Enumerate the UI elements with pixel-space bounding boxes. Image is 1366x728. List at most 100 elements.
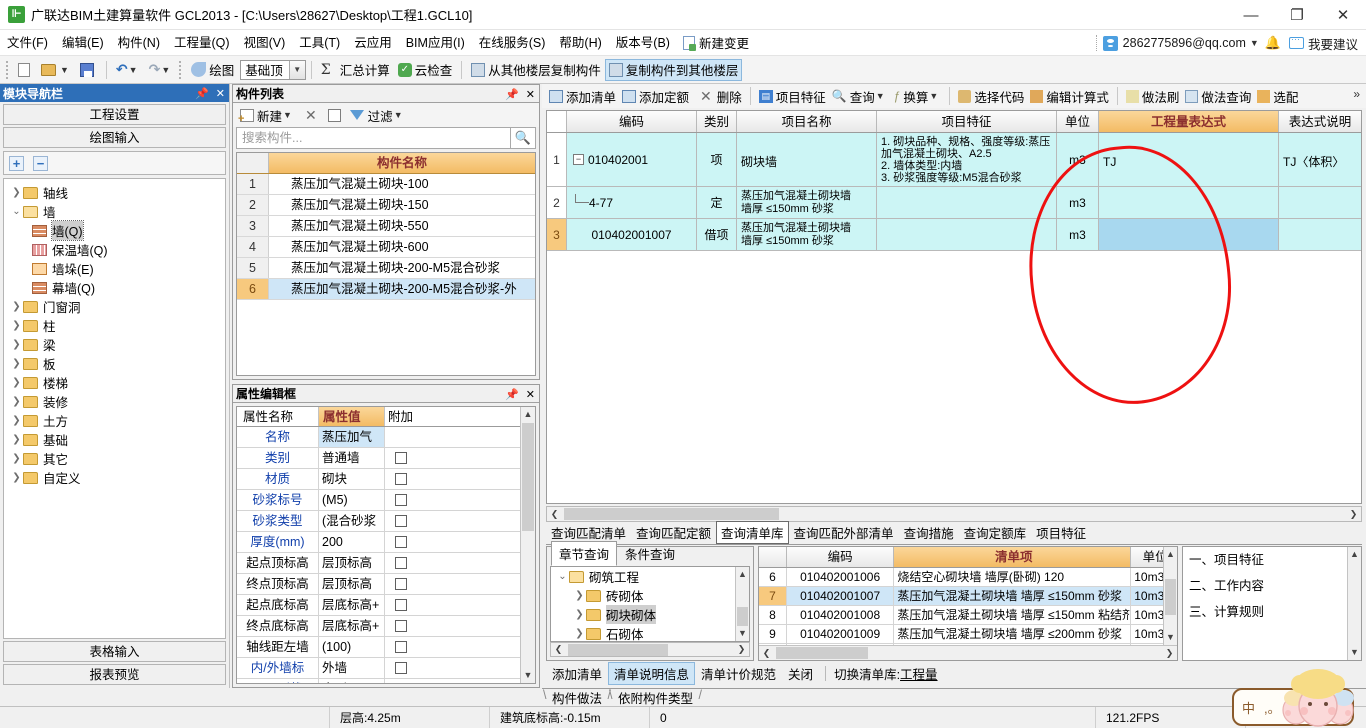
scroll-right-icon[interactable]: ❯ [734, 644, 749, 655]
property-value[interactable]: 层顶标高 [319, 574, 385, 594]
scroll-left-icon[interactable]: ❮ [551, 644, 566, 655]
search-button[interactable]: 🔍 [510, 127, 536, 149]
scroll-down-icon[interactable]: ▼ [521, 668, 535, 683]
tree-item-stair[interactable]: ❯ 楼梯 [4, 373, 225, 392]
list-item[interactable]: 5 蒸压加气混凝土砌块-200-M5混合砂浆 [237, 258, 535, 279]
tree-item-wall[interactable]: 墙(Q) [4, 220, 225, 241]
table-row[interactable]: 2 4-77 定 蒸压加气混凝土砌块墙 墙厚 ≤150mm 砂浆 m3 [547, 187, 1361, 219]
table-row[interactable]: 终点底标高 层底标高+ [237, 616, 535, 637]
tab-query-quota-library[interactable]: 查询定额库 [959, 521, 1032, 544]
scrollbar-thumb[interactable] [522, 423, 534, 531]
table-row[interactable]: 名称 蒸压加气 [237, 427, 535, 448]
tree-item-beam[interactable]: ❯ 梁 [4, 335, 225, 354]
maximize-button[interactable]: ❐ [1274, 0, 1320, 30]
close-query-button[interactable]: 关闭 [782, 662, 819, 685]
menu-cloud[interactable]: 云应用 [347, 30, 399, 56]
checkbox[interactable] [395, 536, 407, 548]
tree-item-decoration[interactable]: ❯ 装修 [4, 392, 225, 411]
row-quantity-expression[interactable] [1099, 187, 1279, 218]
new-file-button[interactable] [14, 59, 37, 81]
tab-query-measures[interactable]: 查询措施 [899, 521, 959, 544]
checkbox[interactable] [395, 641, 407, 653]
table-row[interactable]: 7 010402001007 蒸压加气混凝土砌块墙 墙厚 ≤150mm 砂浆 10m3 [759, 587, 1177, 606]
chevron-down-icon[interactable]: ▼ [1250, 38, 1259, 48]
toolbar-overflow-button[interactable]: » [1353, 87, 1360, 101]
pin-icon[interactable]: 📌 [505, 388, 519, 401]
tree-item-custom[interactable]: ❯ 自定义 [4, 468, 225, 487]
bell-icon[interactable]: 🔔 [1265, 35, 1281, 51]
menu-online-service[interactable]: 在线服务(S) [472, 30, 553, 56]
scroll-right-icon[interactable]: ❯ [1346, 509, 1361, 520]
add-list-footer-button[interactable]: 添加清单 [546, 662, 608, 685]
scroll-down-icon[interactable]: ▼ [1164, 630, 1177, 645]
checkbox[interactable] [395, 683, 407, 684]
query-grid-scrollbar[interactable]: ▲ ▼ [1163, 547, 1177, 645]
draw-input-button[interactable]: 绘图输入 [3, 127, 226, 148]
checkbox[interactable] [395, 494, 407, 506]
minimize-button[interactable]: — [1228, 0, 1274, 30]
account-email[interactable]: 2862775896@qq.com [1123, 36, 1246, 50]
chevron-right-icon[interactable]: ❯ [10, 377, 23, 388]
scrollbar-thumb[interactable] [1165, 579, 1176, 615]
menu-view[interactable]: 视图(V) [237, 30, 293, 56]
chevron-right-icon[interactable]: ❯ [10, 339, 23, 350]
scroll-up-icon[interactable]: ▲ [1348, 547, 1361, 562]
table-row[interactable]: 起点顶标高 层顶标高 [237, 553, 535, 574]
ime-mode-button[interactable]: 中 [1242, 698, 1255, 717]
new-change-button[interactable]: 新建变更 [682, 33, 749, 52]
menu-file[interactable]: 文件(F) [0, 30, 55, 56]
tab-query-list-library[interactable]: 查询清单库 [716, 521, 789, 544]
tree-item-foundation[interactable]: ❯ 基础 [4, 430, 225, 449]
table-row[interactable]: 厚度(mm) 200 [237, 532, 535, 553]
duplicate-component-icon[interactable] [327, 108, 341, 122]
edit-formula-button[interactable]: 编辑计算式 [1027, 86, 1112, 107]
tab-query-match-external[interactable]: 查询匹配外部清单 [789, 521, 899, 544]
table-row[interactable]: 9 010402001009 蒸压加气混凝土砌块墙 墙厚 ≤200mm 砂浆 10m3 [759, 625, 1177, 644]
chevron-down-icon[interactable]: ⌄ [10, 206, 23, 217]
tab-component-makeup[interactable]: 构件做法 [543, 688, 611, 707]
tree-item-curtain-wall[interactable]: 幕墙(Q) [4, 278, 225, 297]
chevron-right-icon[interactable]: ❯ [573, 628, 586, 639]
scroll-up-icon[interactable]: ▲ [521, 407, 535, 422]
chevron-right-icon[interactable]: ❯ [10, 301, 23, 312]
row-quantity-expression[interactable]: TJ [1099, 133, 1279, 186]
report-preview-button[interactable]: 报表预览 [3, 664, 226, 685]
scroll-down-icon[interactable]: ▼ [736, 626, 749, 641]
scrollbar-thumb[interactable] [568, 643, 668, 656]
project-settings-button[interactable]: 工程设置 [3, 104, 226, 125]
chapter-tree-hscrollbar[interactable]: ❮ ❯ [550, 642, 750, 657]
property-value[interactable]: 砌块 [319, 469, 385, 489]
add-list-button[interactable]: 添加清单 [546, 86, 619, 107]
suggest-label[interactable]: 我要建议 [1308, 34, 1358, 53]
delete-component-button[interactable]: ✕ [305, 107, 317, 124]
query-button[interactable]: 🔍 查询 ▼ [829, 86, 891, 107]
table-row[interactable]: 图元形状直形 [237, 679, 535, 684]
property-value[interactable]: (100) [319, 637, 385, 657]
sum-calc-button[interactable]: Σ 汇总计算 [317, 59, 394, 81]
chevron-right-icon[interactable]: ❯ [10, 358, 23, 369]
chevron-right-icon[interactable]: ❯ [10, 472, 23, 483]
detail-item-feature[interactable]: 一、项目特征 [1183, 547, 1361, 573]
table-row[interactable]: 材质 砌块 [237, 469, 535, 490]
copy-to-floor-button[interactable]: 复制构件到其他楼层 [604, 58, 743, 81]
close-icon[interactable]: ✕ [216, 87, 225, 100]
property-value[interactable]: 蒸压加气 [319, 427, 385, 447]
chapter-tree-scrollbar[interactable]: ▲ ▼ [735, 567, 749, 641]
makeup-grid-hscrollbar[interactable]: ❮ ❯ [546, 506, 1362, 522]
tab-project-feature[interactable]: 项目特征 [1031, 521, 1091, 544]
table-row[interactable]: 轴线距左墙 (100) [237, 637, 535, 658]
tree-item-earthwork[interactable]: ❯ 土方 [4, 411, 225, 430]
list-spec-button[interactable]: 清单计价规范 [695, 662, 782, 685]
tree-item-pier[interactable]: 墙垛(E) [4, 259, 225, 278]
scroll-down-icon[interactable]: ▼ [1348, 645, 1361, 660]
table-row[interactable]: 类别 普通墙 [237, 448, 535, 469]
chevron-down-icon[interactable]: ⌄ [556, 571, 569, 582]
chevron-right-icon[interactable]: ❯ [10, 396, 23, 407]
property-value[interactable]: (M5) [319, 490, 385, 510]
menu-version[interactable]: 版本号(B) [609, 30, 677, 56]
tab-chapter-query[interactable]: 章节查询 [551, 541, 618, 566]
property-value[interactable]: 外墙 [319, 658, 385, 678]
menu-tools[interactable]: 工具(T) [292, 30, 347, 56]
property-grid-scrollbar[interactable]: ▲ ▼ [520, 407, 535, 683]
tab-condition-query[interactable]: 条件查询 [617, 541, 683, 566]
